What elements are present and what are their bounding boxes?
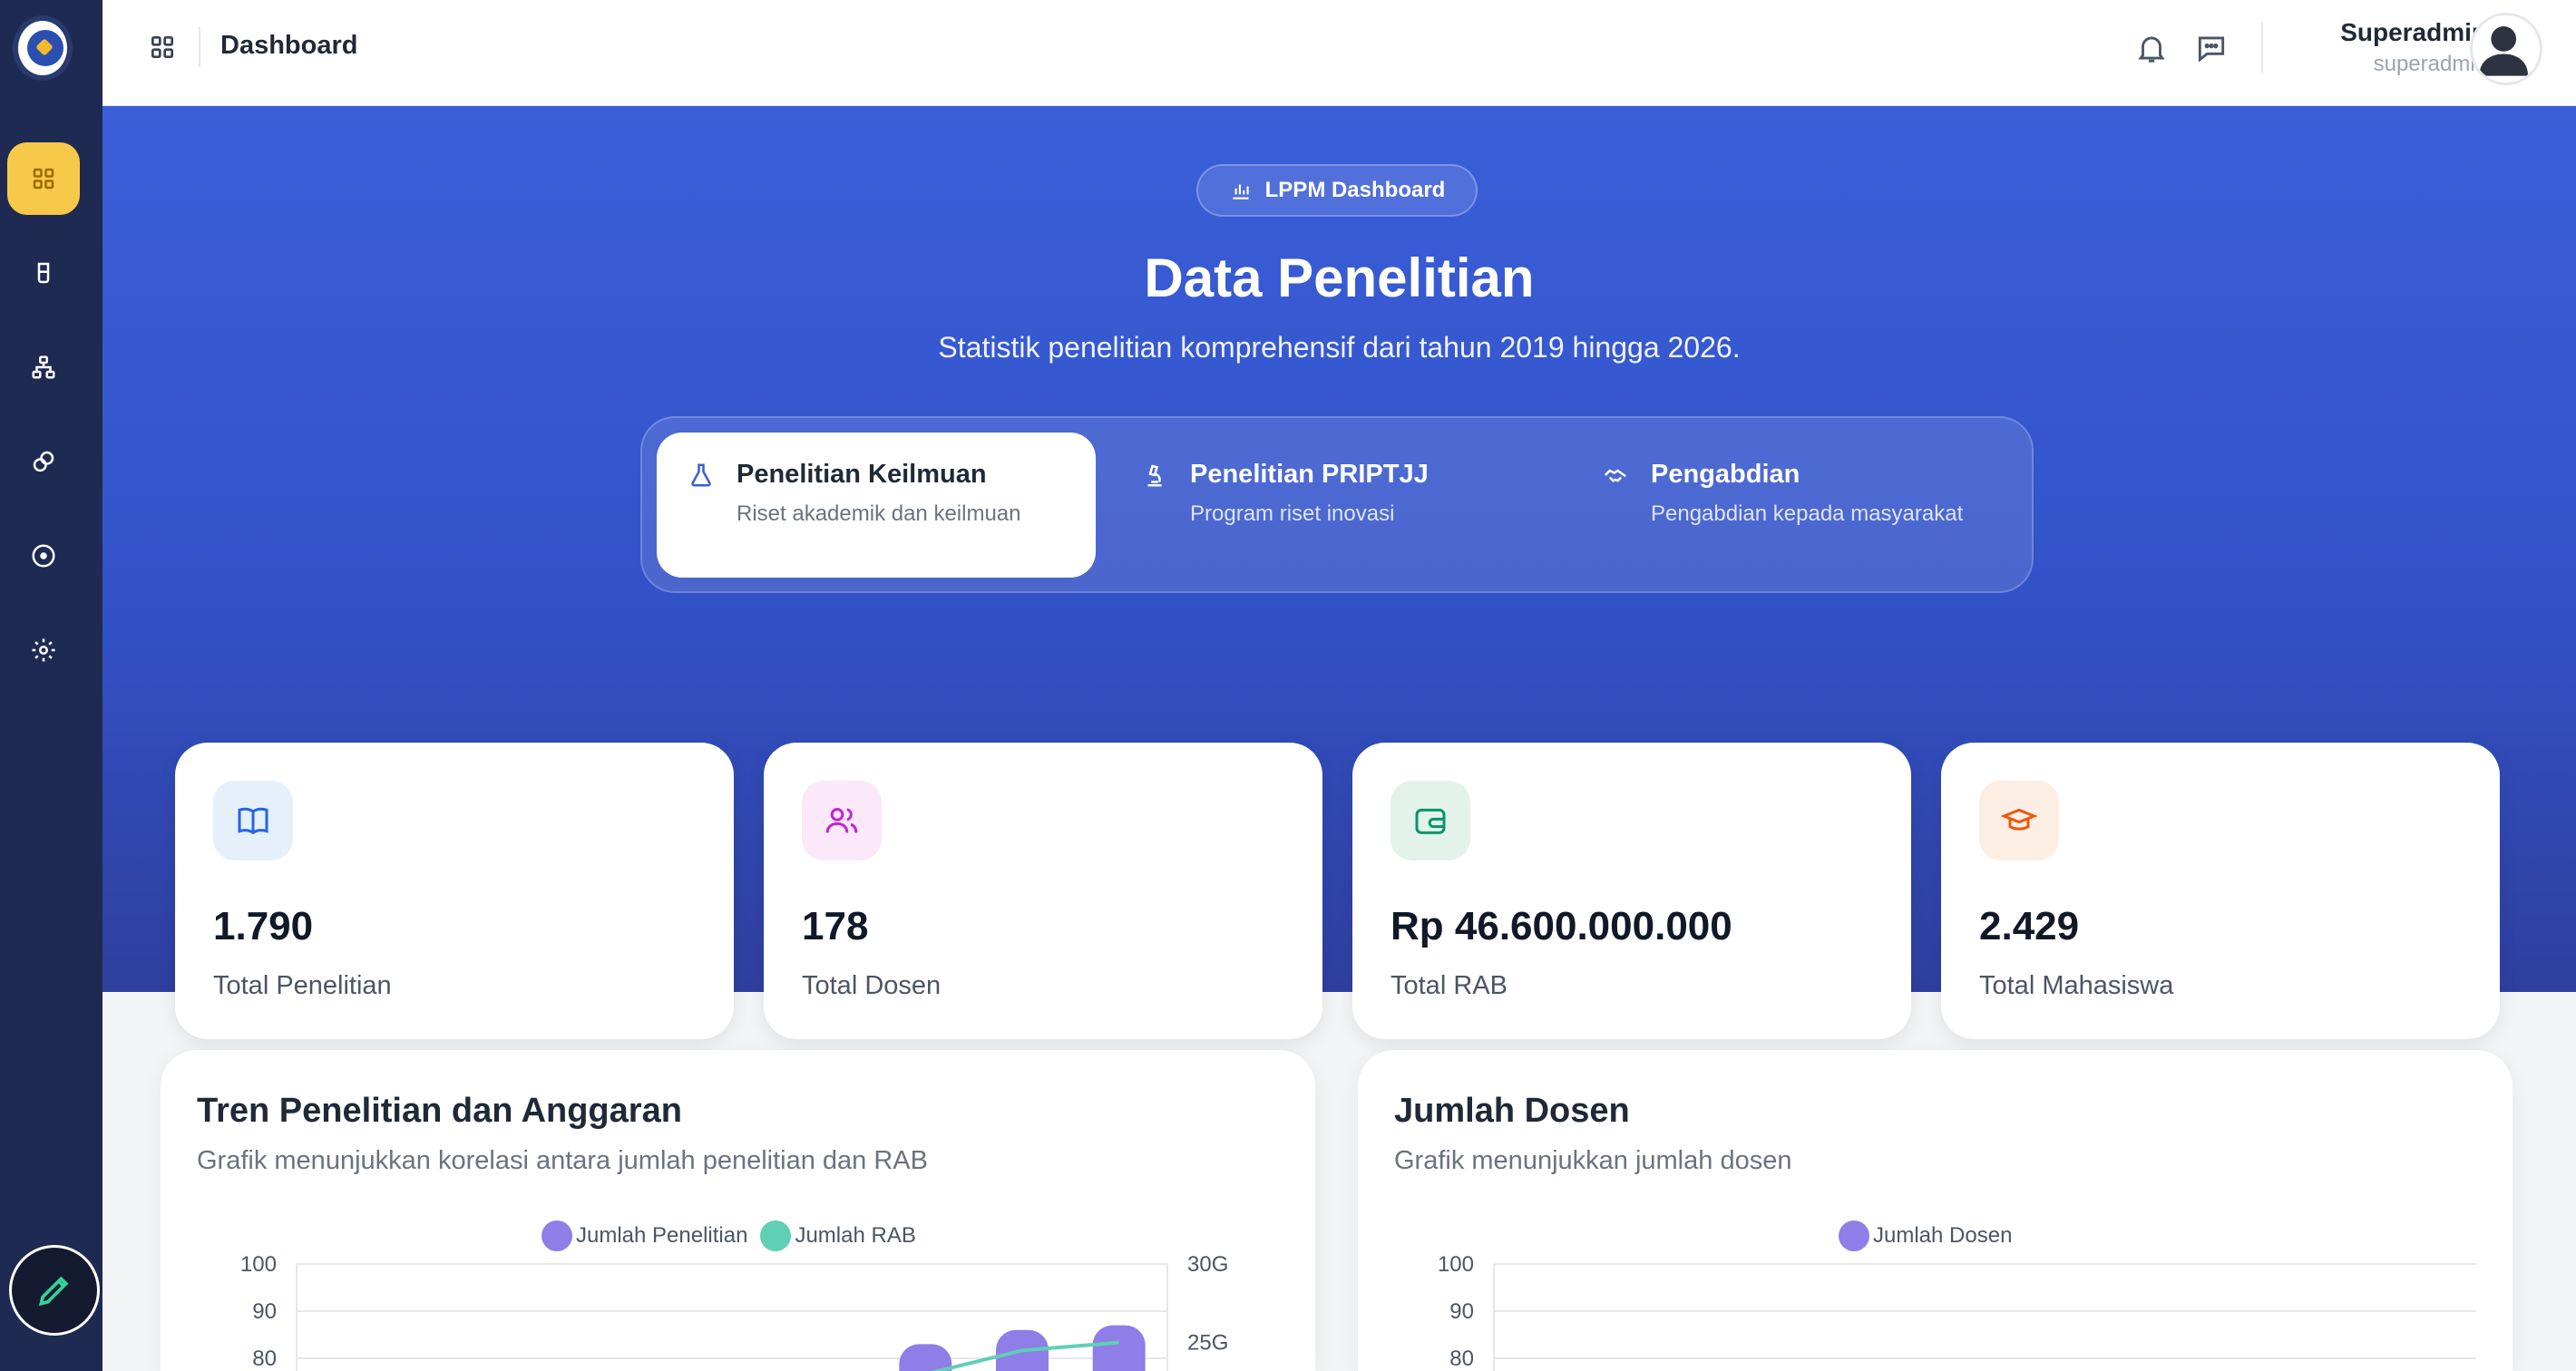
stat-card-rab: Rp 46.600.000.000 Total RAB: [1352, 743, 1911, 1039]
sidebar-item-dashboard[interactable]: [7, 142, 80, 215]
tab-penelitian-priptjj[interactable]: Penelitian PRIPTJJ Program riset inovasi: [1110, 433, 1549, 578]
sidebar-item-links[interactable]: [7, 425, 80, 498]
handshake-icon: [1604, 469, 1626, 482]
trend-chart-plot: 100 90 80 30G 25G: [240, 1252, 1228, 1371]
sidebar-item-target[interactable]: [7, 520, 80, 592]
stat-value: Rp 46.600.000.000: [1390, 904, 1732, 948]
avatar[interactable]: [2470, 13, 2542, 85]
stat-value: 1.790: [213, 904, 314, 948]
app-logo[interactable]: [13, 15, 73, 81]
gear-icon: [32, 638, 55, 662]
tab-title: Penelitian Keilmuan: [737, 460, 987, 489]
stat-icon-wrap: [1979, 781, 2059, 861]
tab-title: Pengabdian: [1651, 460, 1800, 489]
user-avatar-icon: [2479, 26, 2529, 76]
series-line: [930, 1340, 1119, 1371]
graduation-cap-icon: [2001, 808, 2037, 831]
stat-icon-wrap: [1390, 781, 1470, 861]
hero-section: LPPM Dashboard Data Penelitian Statistik…: [102, 106, 2576, 1039]
beaker-icon: [37, 262, 50, 284]
tab-pengabdian[interactable]: Pengabdian Pengabdian kepada masyarakat: [1571, 433, 2010, 578]
link-icon: [33, 451, 54, 472]
y-tick-label: 100: [240, 1252, 277, 1277]
header-divider: [2261, 22, 2263, 73]
stat-label: Total Dosen: [802, 971, 942, 1000]
stat-card-mahasiswa: 2.429 Total Mahasiswa: [1941, 743, 2500, 1039]
y-tick-label: 90: [1449, 1299, 1474, 1324]
microscope-icon: [1147, 464, 1162, 487]
grid-icon: [33, 168, 54, 190]
bell-icon[interactable]: [2134, 31, 2169, 65]
dosen-chart-plot: 100 90 80: [1438, 1252, 2476, 1371]
hero-title: Data Penelitian: [1144, 248, 1535, 308]
tab-description: Program riset inovasi: [1190, 501, 1395, 526]
tab-penelitian-keilmuan[interactable]: Penelitian Keilmuan Riset akademik dan k…: [657, 433, 1096, 578]
bar: [899, 1344, 952, 1371]
tab-title: Penelitian PRIPTJJ: [1190, 460, 1429, 489]
sidebar-item-research[interactable]: [7, 237, 80, 309]
stat-card-penelitian: 1.790 Total Penelitian: [175, 743, 734, 1039]
page-title: Dashboard: [220, 31, 358, 60]
top-header: Dashboard Superadmin superadmin: [102, 0, 2576, 106]
tab-description: Riset akademik dan keilmuan: [737, 501, 1021, 526]
wallet-icon: [1415, 808, 1446, 834]
book-icon: [238, 807, 268, 835]
y2-tick-label: 30G: [1187, 1252, 1228, 1277]
stat-label: Total RAB: [1390, 971, 1508, 1000]
apps-grid-icon[interactable]: [148, 33, 177, 62]
users-icon: [825, 808, 858, 833]
y-tick-label: 90: [252, 1299, 277, 1324]
edit-button[interactable]: [9, 1245, 100, 1336]
chart-card-trend: Tren Penelitian dan Anggaran Grafik menu…: [161, 1050, 1315, 1371]
bar: [1092, 1325, 1146, 1371]
header-divider: [199, 27, 200, 67]
sidebar-item-structure[interactable]: [7, 331, 80, 404]
y-tick-label: 80: [1449, 1347, 1474, 1371]
stat-card-dosen: 178 Total Dosen: [764, 743, 1322, 1039]
hero-subtitle: Statistik penelitian komprehensif dari t…: [938, 331, 1741, 364]
chat-icon[interactable]: [2194, 31, 2229, 65]
sitemap-icon: [32, 355, 55, 379]
category-tabs: Penelitian Keilmuan Riset akademik dan k…: [640, 416, 2034, 593]
dashboard-badge: LPPM Dashboard: [1196, 164, 1478, 217]
pencil-icon: [38, 1276, 69, 1307]
stat-icon-wrap: [802, 781, 882, 861]
sidebar: [0, 0, 102, 1371]
stat-value: 178: [802, 904, 869, 948]
y-tick-label: 80: [252, 1347, 277, 1371]
flask-icon: [691, 463, 711, 487]
chart-card-dosen: Jumlah Dosen Grafik menunjukkan jumlah d…: [1358, 1050, 2513, 1371]
stat-value: 2.429: [1979, 904, 2080, 948]
bar-chart-icon: [1232, 184, 1249, 199]
stat-label: Total Mahasiswa: [1979, 971, 2174, 1000]
stat-icon-wrap: [213, 781, 293, 861]
y-tick-label: 100: [1438, 1252, 1474, 1277]
tab-description: Pengabdian kepada masyarakat: [1651, 501, 1964, 526]
badge-label: LPPM Dashboard: [1264, 178, 1446, 202]
stat-label: Total Penelitian: [213, 971, 392, 1000]
y2-tick-label: 25G: [1187, 1331, 1228, 1356]
user-name[interactable]: Superadmin: [2340, 18, 2487, 47]
target-icon: [32, 544, 55, 568]
sidebar-item-settings[interactable]: [7, 614, 80, 686]
